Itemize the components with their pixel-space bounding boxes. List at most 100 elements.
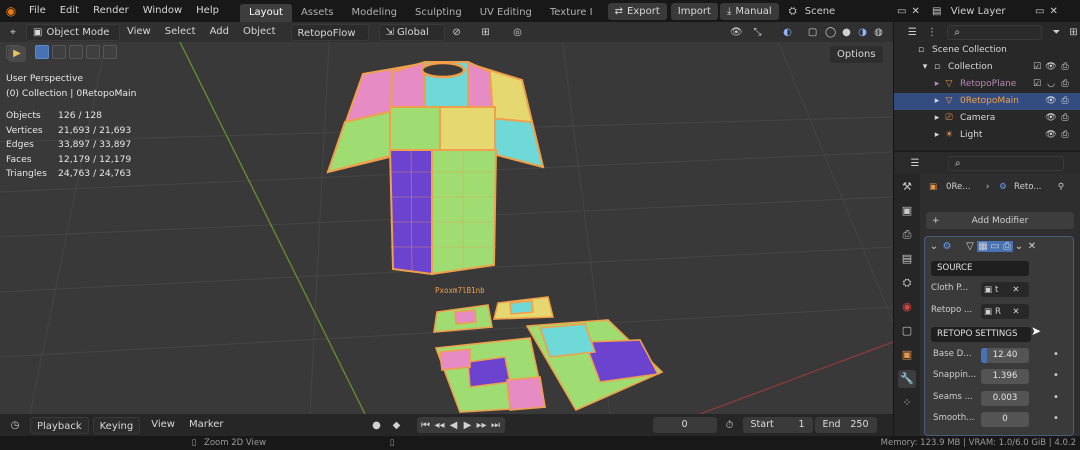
copy-icon[interactable]: ▭ (895, 6, 909, 17)
view-layer-tab-icon[interactable]: ▤ (898, 250, 916, 268)
cage-toggle-icon[interactable]: ▦ (977, 240, 989, 252)
next-key-icon[interactable]: ▸▸ (475, 420, 489, 431)
menu-render[interactable]: Render (86, 0, 136, 22)
play-reverse-icon[interactable]: ◀ (447, 420, 461, 431)
camera-icon[interactable]: ⎙ (1058, 76, 1072, 93)
render-toggle-icon[interactable]: ⎙ (1001, 240, 1013, 252)
tool-tab-icon[interactable]: ⚒ (898, 178, 916, 196)
clock-icon[interactable]: ⏱ (717, 420, 743, 431)
outliner-item-light[interactable]: ▸ ☀ Light 👁 ⎙ (894, 127, 1080, 144)
scene-selector[interactable]: ⛭ Scene (785, 6, 895, 17)
properties-search-input[interactable]: ⌕ (948, 155, 1064, 171)
retopoflow-menu[interactable]: RetopoFlow (290, 23, 369, 41)
retopo-object-field[interactable]: ▣ R ✕ (981, 304, 1029, 319)
select-extend-icon[interactable] (52, 45, 66, 59)
snap-icon[interactable]: ⊞ (469, 27, 503, 38)
prev-key-icon[interactable]: ◂◂ (433, 420, 447, 431)
pin-icon[interactable]: ⚲ (1054, 182, 1068, 192)
eye-icon[interactable]: 👁 (1044, 127, 1058, 144)
menu-edit[interactable]: Edit (53, 0, 86, 22)
close-icon[interactable]: ✕ (909, 6, 923, 17)
tab-modeling[interactable]: Modeling (343, 4, 407, 22)
outliner-item-scene-collection[interactable]: ▫ Scene Collection (894, 42, 1080, 59)
shading-solid-icon[interactable]: ● (839, 27, 855, 38)
record-icon[interactable]: ● (367, 420, 387, 431)
eye-icon[interactable]: 👁 (1044, 110, 1058, 127)
menu-select[interactable]: Select (158, 21, 203, 43)
eye-icon[interactable]: 👁 (1044, 59, 1058, 76)
expand-icon[interactable]: ▾ (920, 59, 930, 76)
filter-icon[interactable]: ⏷ (1050, 27, 1063, 38)
snapping-field[interactable]: 1.396 (981, 369, 1029, 384)
properties-editor-icon[interactable]: ☰ (902, 158, 928, 169)
import-button[interactable]: Import (670, 2, 718, 20)
overlay-icon[interactable]: ◐ (773, 27, 803, 38)
tab-assets[interactable]: Assets (292, 4, 343, 22)
chevron-down-icon[interactable]: ⌄ (929, 241, 939, 252)
jump-end-icon[interactable]: ⏭ (489, 420, 503, 431)
outliner-item-0retopomain[interactable]: ▸ ▽ 0RetopoMain 👁 ⎙ (894, 93, 1080, 110)
outliner-item-camera[interactable]: ▸ ⎚ Camera 👁 ⎙ (894, 110, 1080, 127)
add-modifier-button[interactable]: + Add Modifier (926, 212, 1074, 229)
menu-window[interactable]: Window (136, 0, 189, 22)
editor-type-icon[interactable]: ⌖ (0, 27, 26, 38)
dropdown-icon[interactable]: ⌄ (1013, 241, 1025, 252)
menu-file[interactable]: File (22, 0, 53, 22)
outliner-item-retopoplane[interactable]: ▸ ▽ RetopoPlane ☑ ◡ ⎙ (894, 76, 1080, 93)
outliner-search-input[interactable]: ⌕ (947, 24, 1042, 40)
transform-orientation-select[interactable]: ⇲ Global (378, 23, 445, 41)
base-distance-field[interactable]: 12.40 (981, 348, 1029, 363)
tab-sculpting[interactable]: Sculpting (406, 4, 471, 22)
clear-icon[interactable]: ✕ (1009, 285, 1023, 295)
keyframe-dot-icon[interactable]: • (1053, 392, 1059, 403)
shading-rendered-icon[interactable]: ◍ (871, 27, 887, 38)
gizmo-icon[interactable]: ⤡ (743, 27, 773, 38)
checkbox-icon[interactable]: ☑ (1030, 76, 1044, 93)
toolbar-play-icon[interactable]: ▶ (8, 46, 26, 62)
end-frame-field[interactable]: End 250 (814, 417, 877, 433)
select-invert-icon[interactable] (86, 45, 100, 59)
output-tab-icon[interactable]: ⎙ (898, 226, 916, 244)
shading-material-icon[interactable]: ◑ (855, 27, 871, 38)
camera-icon[interactable]: ⎙ (1058, 127, 1072, 144)
modifier-tab-icon[interactable]: 🔧 (898, 370, 916, 388)
eye-icon[interactable]: 👁 (1044, 93, 1058, 110)
keyframe-icon[interactable]: ◆ (387, 420, 407, 431)
view-menu[interactable]: View (144, 414, 182, 436)
keyframe-dot-icon[interactable]: • (1053, 413, 1059, 424)
proportional-edit-icon[interactable]: ◎ (503, 27, 533, 38)
select-intersect-icon[interactable] (103, 45, 117, 59)
copy-icon[interactable]: ▭ (1033, 6, 1047, 17)
clear-icon[interactable]: ✕ (1009, 307, 1023, 317)
source-section[interactable]: SOURCE (931, 261, 1029, 276)
camera-icon[interactable]: ⎙ (1058, 59, 1072, 76)
marker-menu[interactable]: Marker (182, 414, 231, 436)
display-mode-icon[interactable]: ⋮ (923, 27, 942, 38)
retopo-settings-section[interactable]: RETOPO SETTINGS (931, 327, 1031, 342)
cloth-object-field[interactable]: ▣ t ✕ (981, 282, 1029, 297)
shading-wireframe-icon[interactable]: ◯ (823, 27, 839, 38)
expand-icon[interactable]: ▸ (932, 110, 942, 127)
menu-object[interactable]: Object (236, 21, 283, 43)
render-tab-icon[interactable]: ▣ (898, 202, 916, 220)
xray-icon[interactable]: ▢ (803, 27, 823, 38)
playback-menu[interactable]: Playback (30, 416, 89, 434)
menu-view[interactable]: View (120, 21, 158, 43)
select-subtract-icon[interactable] (69, 45, 83, 59)
close-icon[interactable]: ✕ (1025, 241, 1039, 252)
current-frame-field[interactable]: 0 (652, 417, 717, 433)
object-tab-icon[interactable]: ▣ (898, 346, 916, 364)
seams-field[interactable]: 0.003 (981, 391, 1029, 406)
jump-start-icon[interactable]: ⏮ (419, 420, 433, 431)
select-new-icon[interactable] (35, 45, 49, 59)
expand-icon[interactable]: ▸ (932, 76, 942, 93)
blender-logo-icon[interactable]: ◉ (0, 4, 22, 18)
mode-select[interactable]: ▣ Object Mode (26, 23, 120, 41)
particles-tab-icon[interactable]: ⁘ (898, 394, 916, 412)
smooth-field[interactable]: 0 (981, 412, 1029, 427)
viewport-toggle-icon[interactable]: ▭ (989, 240, 1001, 252)
menu-help[interactable]: Help (189, 0, 226, 22)
start-frame-field[interactable]: Start 1 (742, 417, 813, 433)
close-icon[interactable]: ✕ (1047, 6, 1061, 17)
expand-icon[interactable]: ▸ (932, 93, 942, 110)
